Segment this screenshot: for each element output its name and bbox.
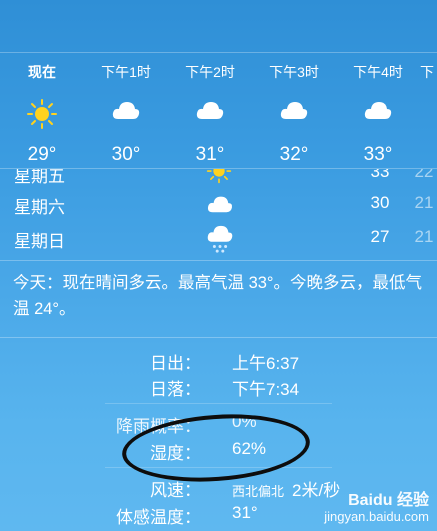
day-label: 星期日 xyxy=(14,232,65,251)
hour-temp: 29° xyxy=(27,144,57,165)
watermark-brand: Baidu 经验 xyxy=(348,492,429,509)
cloud-icon xyxy=(338,98,418,138)
low-temp: 21 xyxy=(414,193,434,212)
hour-label: 下 xyxy=(420,64,434,80)
detail-sunrise: 日出： 上午6:37 xyxy=(0,347,437,373)
detail-value: 上午6:37 xyxy=(232,354,300,373)
low-temp: 21 xyxy=(414,227,434,246)
sun-icon xyxy=(2,98,82,138)
divider xyxy=(0,337,437,338)
hour-2pm: 下午2时 31° xyxy=(170,62,250,166)
hour-temp: 33° xyxy=(363,144,393,165)
hour-now: 现在 29° xyxy=(2,62,82,166)
high-temp: 27 xyxy=(370,227,390,246)
detail-value: 31° xyxy=(232,503,258,522)
hour-1pm: 下午1时 30° xyxy=(86,62,166,166)
wind-direction: 西北偏北 xyxy=(232,484,285,499)
divider xyxy=(105,403,332,404)
today-summary: 今天：现在晴间多云。最高气温 33°。今晚多云，最低气温 24°。 xyxy=(13,274,423,318)
watermark-url: jingyan.baidu.com xyxy=(324,509,429,524)
cloud-icon xyxy=(86,98,166,138)
hour-label: 下午4时 xyxy=(353,64,403,80)
divider xyxy=(0,52,437,53)
daily-row-sunday: 星期日 27 21 xyxy=(14,223,434,253)
hourly-forecast[interactable]: 现在 29° 下午1时 30° 下午2时 31° 下午3时 32° 下午4时 3… xyxy=(0,0,437,168)
divider xyxy=(0,168,437,169)
divider xyxy=(0,260,437,261)
detail-label: 日落： xyxy=(150,380,201,399)
hour-label: 下午2时 xyxy=(185,64,235,80)
detail-sunset: 日落： 下午7:34 xyxy=(0,373,437,399)
hour-label: 下午3时 xyxy=(269,64,319,80)
watermark: Baidu 经验 jingyan.baidu.com xyxy=(324,493,429,525)
rain-cloud-icon xyxy=(206,225,234,258)
hour-3pm: 下午3时 32° xyxy=(254,62,334,166)
detail-label: 体感温度： xyxy=(116,508,201,527)
daily-row-saturday: 星期六 30 21 xyxy=(14,189,434,219)
detail-label: 日出： xyxy=(150,354,201,373)
hour-label: 现在 xyxy=(28,64,56,80)
hour-4pm: 下午4时 33° xyxy=(338,62,418,166)
hour-temp: 32° xyxy=(279,144,309,165)
day-label: 星期六 xyxy=(14,198,65,217)
detail-value: 下午7:34 xyxy=(232,380,300,399)
hour-5pm-partial: 下 xyxy=(420,62,437,82)
hour-label: 下午1时 xyxy=(101,64,151,80)
cloud-icon xyxy=(254,98,334,138)
cloud-icon xyxy=(170,98,250,138)
hour-temp: 31° xyxy=(195,144,225,165)
cloud-icon xyxy=(206,193,234,220)
hour-temp: 30° xyxy=(111,144,141,165)
high-temp: 30 xyxy=(370,193,390,212)
